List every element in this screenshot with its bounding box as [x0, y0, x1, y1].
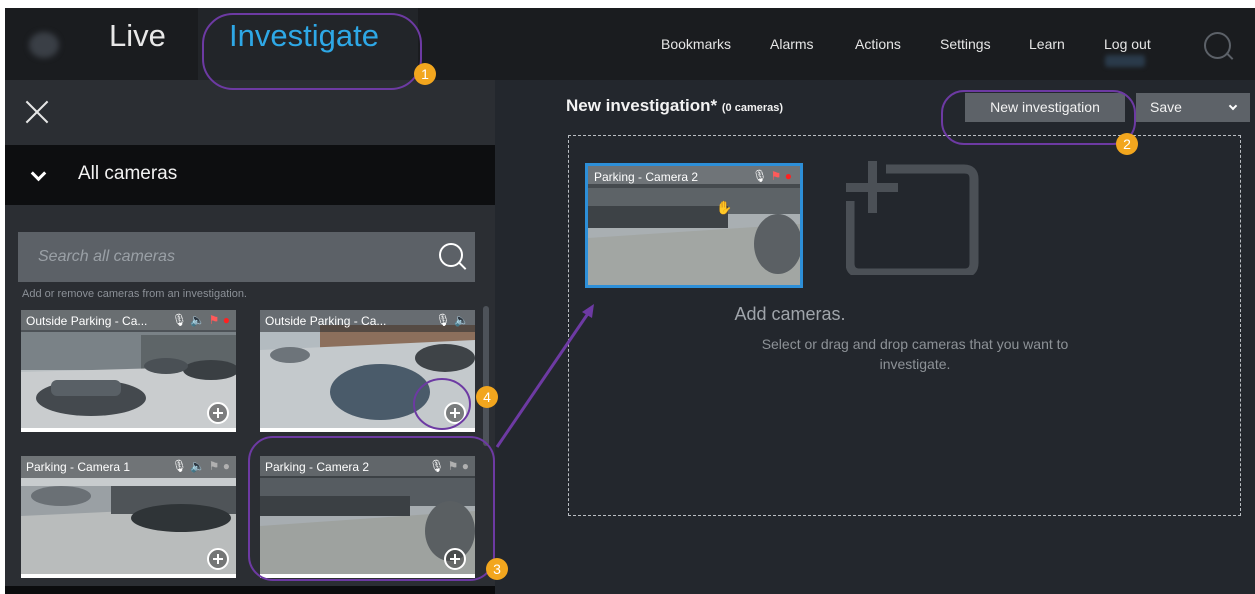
- menu-log-out[interactable]: Log out: [1104, 36, 1151, 52]
- camera-search-box: [18, 232, 475, 282]
- investigation-title: New investigation* (0 cameras): [566, 96, 783, 116]
- camera-status-icons: 🎙 🔈 ⚑ ●: [171, 459, 230, 473]
- scrollbar[interactable]: [483, 306, 489, 446]
- search-icon[interactable]: [1204, 32, 1231, 59]
- camera-search-input[interactable]: [18, 232, 418, 282]
- top-navigation-bar: Live Investigate Bookmarks Alarms Action…: [5, 8, 1255, 80]
- camera-name: Parking - Camera 2: [265, 460, 370, 474]
- add-camera-icon[interactable]: [207, 402, 229, 424]
- camera-tile[interactable]: Outside Parking - Ca... 🎙 🔈: [260, 310, 475, 432]
- save-button[interactable]: Save: [1136, 93, 1250, 122]
- menu-learn[interactable]: Learn: [1029, 36, 1065, 52]
- panel-footer: [5, 586, 495, 594]
- camera-tile[interactable]: Parking - Camera 1 🎙 🔈 ⚑ ●: [21, 456, 236, 578]
- camera-panel: All cameras Add or remove cameras from a…: [5, 80, 495, 594]
- drag-hand-icon: ✋: [716, 200, 733, 215]
- close-icon[interactable]: [25, 100, 49, 124]
- camera-name: Parking - Camera 2: [594, 170, 699, 184]
- tab-live[interactable]: Live: [109, 18, 166, 54]
- search-icon[interactable]: [439, 243, 463, 267]
- callout-badge: 3: [486, 558, 508, 580]
- add-camera-icon[interactable]: [207, 548, 229, 570]
- menu-actions[interactable]: Actions: [855, 36, 901, 52]
- camera-tile[interactable]: Outside Parking - Ca... 🎙 🔈 ⚑ ●: [21, 310, 236, 432]
- chevron-down-icon: [30, 165, 47, 182]
- empty-state-title: Add cameras.: [734, 304, 846, 324]
- callout-badge: 1: [414, 63, 436, 85]
- add-camera-icon[interactable]: [444, 548, 466, 570]
- empty-state-subtitle: Select or drag and drop cameras that you…: [761, 336, 1069, 372]
- camera-status-icons: 🎙 ⚑ ●: [429, 459, 469, 473]
- camera-group-header[interactable]: All cameras: [5, 145, 495, 205]
- menu-bookmarks[interactable]: Bookmarks: [661, 36, 731, 52]
- investigation-camera-count: (0 cameras): [721, 102, 784, 114]
- dragged-camera-tile[interactable]: Parking - Camera 2 🎙 ⚑ ● ✋: [585, 163, 803, 288]
- save-button-label: Save: [1150, 99, 1182, 115]
- investigation-name: New investigation*: [566, 96, 718, 115]
- camera-group-label: All cameras: [78, 163, 178, 184]
- camera-status-icons: 🎙 ⚑ ●: [752, 169, 792, 183]
- add-camera-icon[interactable]: [444, 402, 466, 424]
- add-camera-placeholder-icon: [846, 161, 979, 275]
- menu-settings[interactable]: Settings: [940, 36, 991, 52]
- menu-alarms[interactable]: Alarms: [770, 36, 814, 52]
- callout-badge: 2: [1116, 133, 1138, 155]
- logo: [29, 32, 59, 58]
- helper-text: Add or remove cameras from an investigat…: [22, 288, 247, 300]
- user-chip: [1105, 55, 1145, 67]
- new-investigation-button[interactable]: New investigation: [965, 93, 1125, 122]
- tab-investigate[interactable]: Investigate: [229, 18, 379, 54]
- callout-badge: 4: [476, 386, 498, 408]
- camera-tile[interactable]: Parking - Camera 2 🎙 ⚑ ●: [260, 456, 475, 578]
- chevron-down-icon[interactable]: [1228, 101, 1238, 111]
- camera-name: Parking - Camera 1: [26, 460, 131, 474]
